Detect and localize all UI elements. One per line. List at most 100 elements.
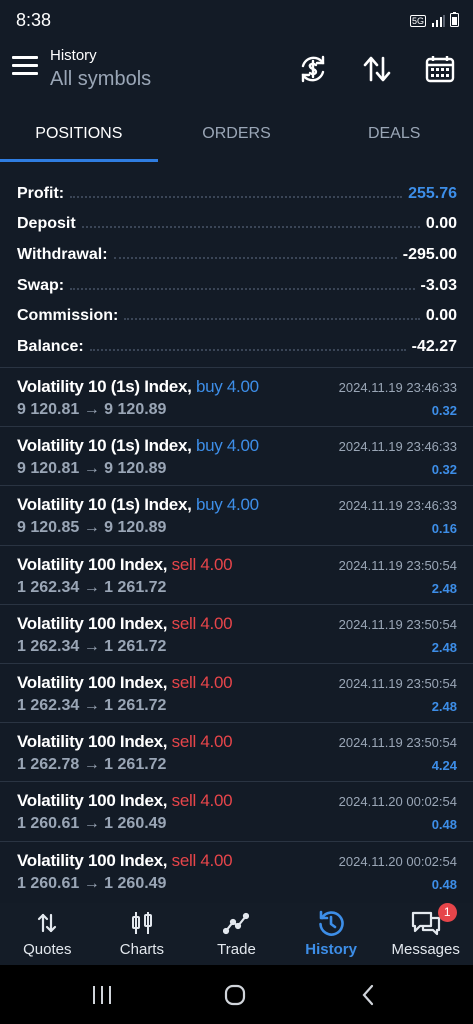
deal-symbol: Volatility 10 (1s) Index, buy 4.00 [17,495,259,515]
deal-prices: 9 120.85 → 9 120.89 [17,519,167,537]
deal-symbol: Volatility 100 Index, sell 4.00 [17,732,233,752]
unread-badge: 1 [437,903,457,922]
deal-direction: sell 4.00 [171,554,233,574]
system-navigation-bar [0,965,473,1024]
summary-value: -42.27 [411,338,457,356]
deal-time: 2024.11.20 00:02:54 [338,853,457,869]
deal-direction: sell 4.00 [171,613,233,633]
list-item[interactable]: Volatility 100 Index, sell 4.00 1 262.34… [0,662,473,722]
tab-bar: POSITIONS ORDERS DEALS [0,108,473,162]
deal-profit: 0.48 [431,817,457,833]
deal-prices: 1 262.34 → 1 261.72 [17,637,167,655]
deal-symbol: Volatility 100 Index, sell 4.00 [17,850,233,870]
deal-profit: 4.24 [431,758,457,774]
summary-deposit: Deposit 0.00 [17,203,457,234]
summary-value: 0.00 [425,215,457,233]
nav-history[interactable]: History [284,903,379,965]
calendar-icon [425,56,455,83]
menu-icon[interactable] [12,56,38,78]
nav-messages[interactable]: 1 Messages [378,903,473,965]
deal-time: 2024.11.20 00:02:54 [338,794,457,810]
deal-direction: buy 4.00 [195,495,259,515]
list-item[interactable]: Volatility 100 Index, sell 4.00 1 262.78… [0,722,473,781]
currency-sync-button[interactable] [296,52,330,86]
deal-symbol: Volatility 100 Index, sell 4.00 [17,613,233,633]
dotted-leader [81,226,420,229]
deal-profit: 0.16 [431,521,457,537]
deal-symbol: Volatility 10 (1s) Index, buy 4.00 [17,377,259,396]
status-bar: 8:38 5G [0,0,473,40]
nav-quotes[interactable]: Quotes [0,903,95,965]
bottom-navigation: Quotes Charts Trade History 1 Messages [0,903,473,965]
currency-sync-icon [301,55,325,83]
summary-withdrawal: Withdrawal: -295.00 [17,233,457,264]
deal-symbol: Volatility 10 (1s) Index, buy 4.00 [17,436,259,456]
deal-prices: 1 260.61 → 1 260.49 [17,815,167,833]
home-button[interactable] [221,981,249,1009]
tab-orders[interactable]: ORDERS [158,108,316,162]
summary-value: 0.00 [425,307,457,325]
deal-prices: 9 120.81 → 9 120.89 [17,401,167,418]
deal-direction: buy 4.00 [195,377,259,396]
messages-icon [411,911,440,936]
deal-profit: 2.48 [431,639,457,655]
charts-icon [131,912,152,934]
summary-label: Commission: [17,307,119,325]
tab-positions[interactable]: POSITIONS [0,108,158,162]
tab-deals[interactable]: DEALS [315,108,473,162]
symbol-filter[interactable]: All symbols [50,68,151,91]
summary-value: -3.03 [420,276,457,294]
dotted-leader [70,287,415,290]
status-time: 8:38 [16,10,52,30]
deal-prices: 1 262.34 → 1 261.72 [17,696,167,714]
list-item[interactable]: Volatility 100 Index, sell 4.00 1 260.61… [0,840,473,900]
dotted-leader [70,195,403,198]
list-item[interactable]: Volatility 10 (1s) Index, buy 4.00 9 120… [0,426,473,485]
summary-label: Swap: [17,276,65,294]
recent-apps-button[interactable] [88,981,116,1009]
nav-charts[interactable]: Charts [95,903,190,965]
account-summary: Profit: 255.76 Deposit 0.00 Withdrawal: … [17,172,457,356]
deal-prices: 9 120.81 → 9 120.89 [17,460,167,478]
deal-time: 2024.11.19 23:50:54 [338,735,457,751]
sort-button[interactable] [360,52,394,86]
recent-apps-icon [93,986,111,1004]
deal-direction: sell 4.00 [171,791,233,811]
home-icon [224,984,246,1006]
page-title: History [50,47,97,64]
list-item[interactable]: Volatility 10 (1s) Index, buy 4.00 9 120… [0,485,473,544]
deal-time: 2024.11.19 23:50:54 [338,616,457,632]
network-type: 5G [409,15,426,27]
deal-profit: 2.48 [431,698,457,714]
quotes-icon [38,913,57,933]
back-button[interactable] [354,981,382,1009]
dotted-leader [113,257,397,260]
deal-direction: sell 4.00 [171,672,233,692]
battery-icon [450,12,459,27]
summary-commission: Commission: 0.00 [17,295,457,326]
deal-time: 2024.11.19 23:46:33 [338,380,457,395]
summary-balance: Balance: -42.27 [17,325,457,356]
deal-profit: 0.32 [431,403,457,418]
list-item[interactable]: Volatility 100 Index, sell 4.00 1 262.34… [0,544,473,604]
calendar-button[interactable] [423,52,457,86]
nav-label: Trade [217,941,256,958]
trade-icon [223,912,250,935]
summary-label: Balance: [17,338,84,356]
signal-icon [432,15,445,27]
list-item[interactable]: Volatility 100 Index, sell 4.00 1 262.34… [0,603,473,663]
status-icons: 5G [409,12,459,27]
list-item[interactable]: Volatility 10 (1s) Index, buy 4.00 9 120… [0,367,473,426]
nav-label: Messages [391,941,460,958]
summary-label: Deposit [17,215,76,233]
dotted-leader [124,318,420,321]
list-item[interactable]: Volatility 100 Index, sell 4.00 1 260.61… [0,781,473,840]
back-icon [362,984,374,1006]
deal-direction: buy 4.00 [195,436,259,456]
nav-trade[interactable]: Trade [189,903,284,965]
deal-direction: sell 4.00 [171,732,233,752]
deal-time: 2024.11.19 23:46:33 [338,498,457,514]
sort-icon [363,56,391,82]
position-list: Volatility 10 (1s) Index, buy 4.00 9 120… [0,367,473,900]
deal-prices: 1 262.34 → 1 261.72 [17,578,167,596]
